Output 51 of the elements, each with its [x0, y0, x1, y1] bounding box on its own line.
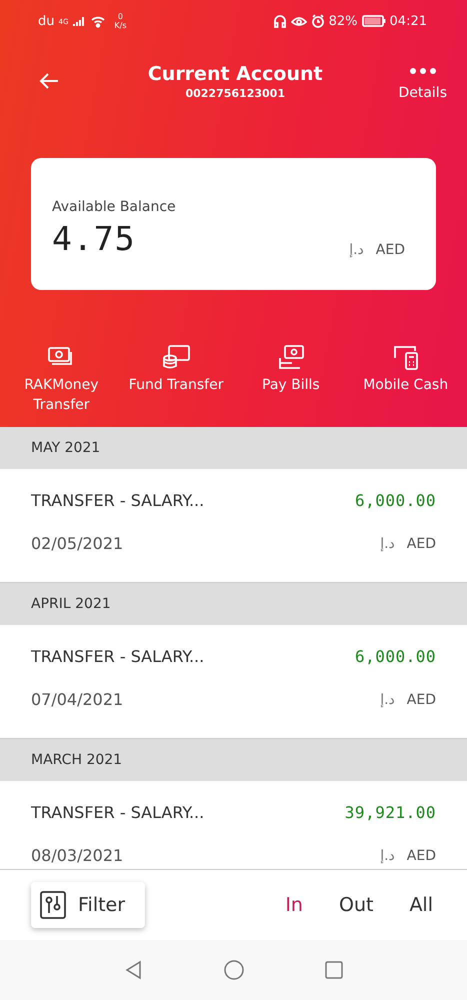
- quick-action[interactable]: Fund Transfer: [120, 344, 232, 415]
- time-label: 04:21: [390, 14, 427, 28]
- battery-percent: 82%: [328, 14, 358, 28]
- eye-icon: [290, 14, 307, 28]
- transaction-amount: 39,921.00: [344, 803, 436, 822]
- transaction-date: 07/04/2021: [31, 690, 124, 709]
- recents-nav-icon: [322, 959, 344, 981]
- quick-action[interactable]: RAKMoney Transfer: [5, 344, 118, 415]
- balance-amount: 4.75: [52, 219, 136, 258]
- month-header: MAY 2021: [0, 427, 467, 469]
- transaction-amount: 6,000.00: [354, 491, 436, 510]
- battery-icon: [362, 15, 386, 27]
- filter-button[interactable]: Filter: [31, 882, 146, 928]
- account-number: 0022756123001: [185, 86, 285, 100]
- speed-value: 0: [118, 12, 123, 21]
- currency-code: AED: [406, 536, 436, 552]
- wifi-icon: [90, 14, 106, 28]
- speed-unit: K/s: [114, 21, 126, 30]
- filter-sliders-icon: [40, 891, 66, 919]
- fund-money-icon: [161, 344, 192, 371]
- transaction-description: TRANSFER - SALARY...: [31, 647, 204, 666]
- transaction-description: TRANSFER - SALARY...: [31, 803, 204, 822]
- more-dots-icon: [408, 67, 437, 75]
- currency-code: AED: [406, 848, 436, 864]
- filter-tab[interactable]: Out: [334, 890, 378, 920]
- quick-action[interactable]: Pay Bills: [234, 344, 347, 415]
- carrier-label: du: [38, 14, 54, 28]
- home-nav-icon: [222, 959, 244, 981]
- account-title: Current Account: [148, 62, 323, 84]
- transaction-date: 02/05/2021: [31, 534, 124, 553]
- back-button[interactable]: [38, 72, 60, 90]
- currency-code: AED: [376, 242, 405, 258]
- month-header: APRIL 2021: [0, 583, 467, 625]
- filter-tab[interactable]: All: [405, 890, 437, 920]
- currency-code: AED: [406, 692, 436, 708]
- alarm-icon: [310, 14, 325, 28]
- quick-action[interactable]: Mobile Cash: [350, 344, 462, 415]
- balance-label: Available Balance: [52, 199, 176, 215]
- signal-icon: [72, 15, 86, 27]
- details-button[interactable]: Details: [398, 67, 447, 101]
- currency-symbol: د.إ: [380, 692, 395, 708]
- transaction-amount: 6,000.00: [354, 647, 436, 666]
- filter-tab[interactable]: In: [281, 890, 307, 920]
- currency-symbol: د.إ: [380, 848, 395, 864]
- currency-symbol: د.إ: [380, 536, 395, 552]
- back-arrow-icon: [38, 72, 60, 90]
- transaction-description: TRANSFER - SALARY...: [31, 491, 204, 510]
- currency-symbol: د.إ: [349, 242, 364, 258]
- month-header: MARCH 2021: [0, 739, 467, 781]
- headphones-icon: [272, 14, 287, 28]
- transaction-date: 08/03/2021: [31, 846, 124, 865]
